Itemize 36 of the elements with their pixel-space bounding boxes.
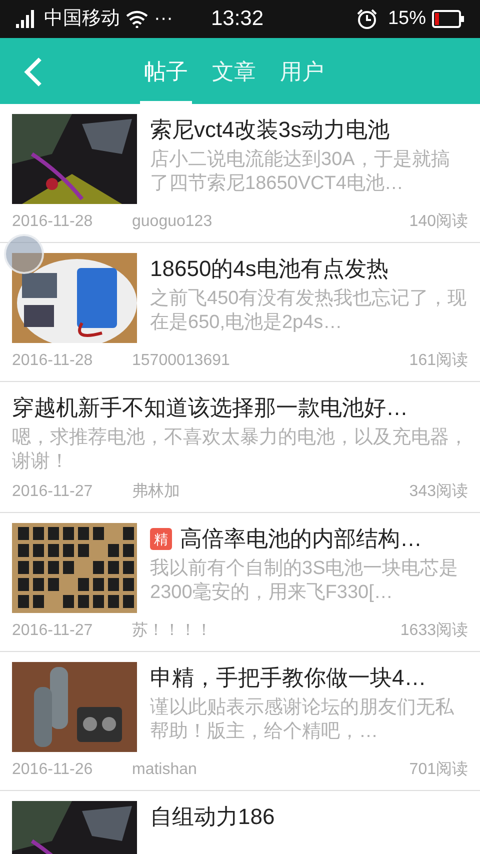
post-excerpt: 嗯，求推荐电池，不喜欢太暴力的电池，以及充电器，谢谢！ <box>12 426 468 474</box>
clock-time: 13:32 <box>210 6 264 32</box>
post-title[interactable]: 18650的4s电池有点发热 <box>150 253 388 285</box>
author-name: 弗林加 <box>132 482 181 502</box>
carrier-name: 中国移动 <box>44 6 120 31</box>
back-icon[interactable] <box>22 56 44 88</box>
author-name: 苏！！！！ <box>132 620 213 641</box>
post-date: 2016-11-27 <box>12 621 94 641</box>
alarm-clock-icon <box>356 8 378 30</box>
battery-percent: 15% <box>388 6 426 31</box>
post-date: 2016-11-26 <box>12 760 94 780</box>
post-date: 2016-11-28 <box>12 351 94 371</box>
post-title[interactable]: 索尼vct4改装3s动力电池 <box>150 114 390 146</box>
author-name: guoguo123 <box>132 212 214 232</box>
battery-icon <box>432 10 464 28</box>
read-count: 701阅读 <box>409 760 468 780</box>
post-date: 2016-11-28 <box>12 212 94 232</box>
post-date: 2016-11-27 <box>12 482 94 502</box>
read-count: 343阅读 <box>409 482 468 502</box>
featured-badge: 精 <box>150 528 172 550</box>
floating-button[interactable] <box>4 234 44 274</box>
post-excerpt: 我以前有个自制的3S电池一块电芯是2300毫安的，用来飞F330[… <box>150 557 460 605</box>
post-excerpt: 店小二说电流能达到30A，于是就搞了四节索尼18650VCT4电池… <box>150 148 451 196</box>
wifi-icon <box>126 10 148 28</box>
read-count: 140阅读 <box>409 212 468 232</box>
post-excerpt: 之前飞450有没有发热我也忘记了，现在是650,电池是2p4s… <box>150 287 468 335</box>
post-title[interactable]: 申精，手把手教你做一块4… <box>150 662 426 694</box>
author-name: 15700013691 <box>132 351 231 371</box>
post-title[interactable]: 穿越机新手不知道该选择那一款电池好… <box>12 392 408 424</box>
read-count: 1633阅读 <box>400 620 468 641</box>
post-excerpt: 谨以此贴表示感谢论坛的朋友们无私帮助！版主，给个精吧，… <box>150 696 455 744</box>
post-title[interactable]: 自组动力186 <box>150 801 275 833</box>
author-name: matishan <box>132 760 198 780</box>
read-count: 161阅读 <box>409 350 468 371</box>
post-title[interactable]: 高倍率电池的内部结构… <box>180 523 422 555</box>
more-indicator: ··· <box>154 6 173 31</box>
